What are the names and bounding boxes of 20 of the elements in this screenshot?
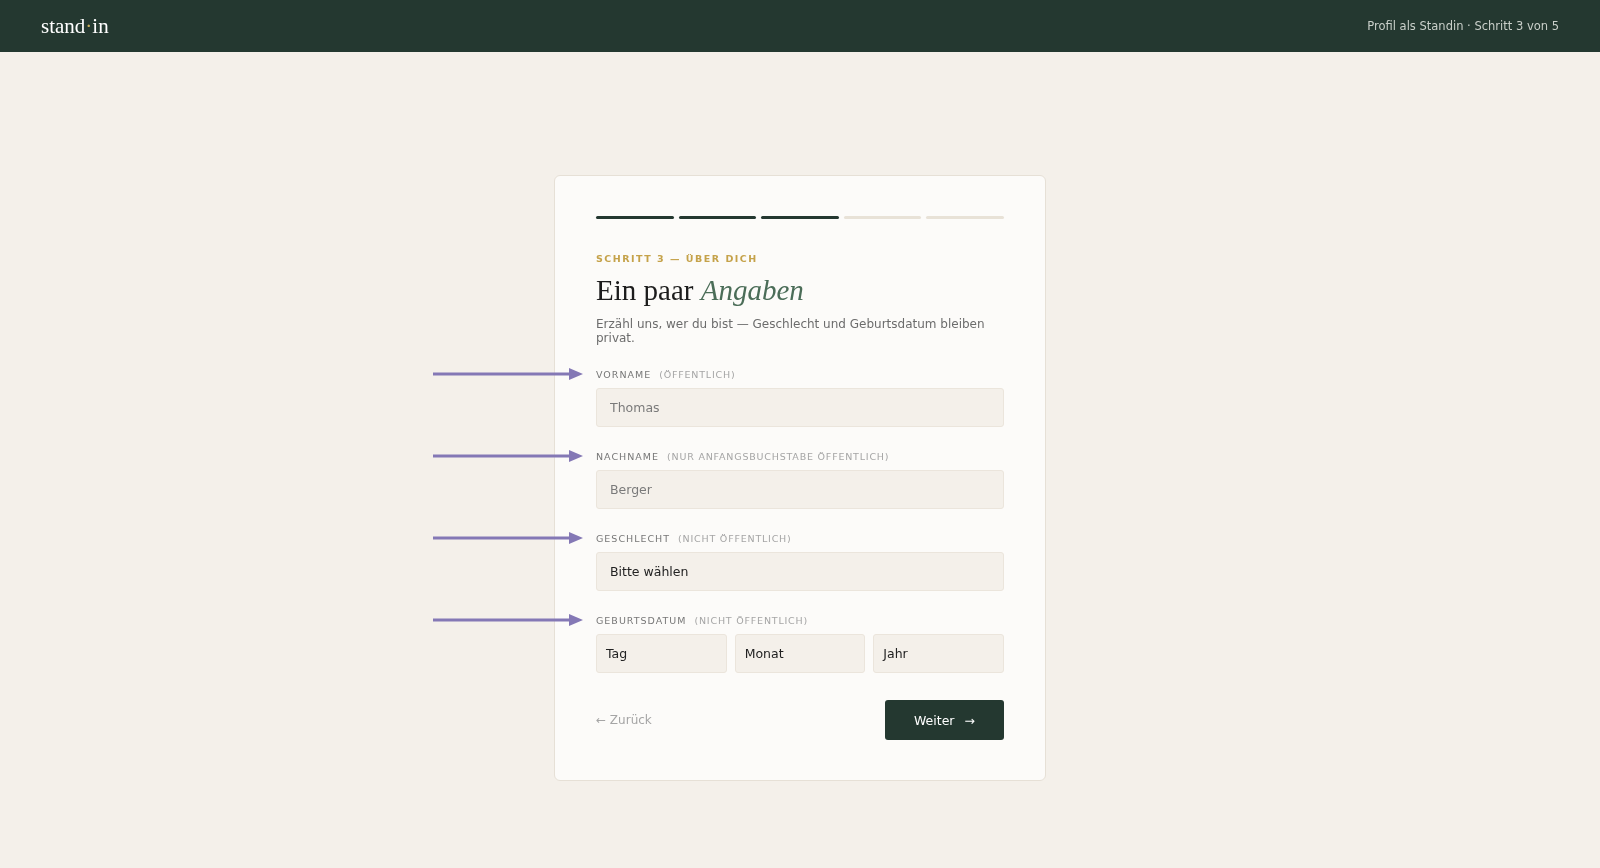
logo[interactable]: stand·in [41, 13, 109, 39]
field-hint: (NUR ANFANGSBUCHSTABE ÖFFENTLICH) [667, 450, 890, 462]
field-label: NACHNAME [596, 450, 660, 462]
select-field[interactable]: Bitte wählen [596, 552, 1004, 591]
field-hint: (NICHT ÖFFENTLICH) [678, 532, 792, 544]
field-label: GESCHLECHT [596, 532, 671, 544]
field-label: GEBURTSDATUM [596, 614, 687, 626]
step-eyebrow: SCHRITT 3 — ÜBER DICH [596, 253, 759, 264]
page-title: Ein paar Angaben [596, 274, 805, 307]
text-input[interactable]: Thomas [596, 388, 1004, 427]
subtitle: Erzähl uns, wer du bist — Geschlecht und Geburtsdatum bleiben privat. [596, 317, 986, 345]
select-field[interactable]: Jahr [873, 634, 1004, 673]
field-hint: (NICHT ÖFFENTLICH) [694, 614, 808, 626]
field-hint: (ÖFFENTLICH) [659, 368, 736, 380]
select-field[interactable]: Tag [596, 634, 727, 673]
next-button[interactable]: Weiter → [885, 700, 1004, 740]
field-label: VORNAME [596, 368, 652, 380]
text-input[interactable]: Berger [596, 470, 1004, 509]
step-info: Profil als Standin · Schritt 3 von 5 [1367, 19, 1559, 33]
select-field[interactable]: Monat [734, 634, 866, 673]
